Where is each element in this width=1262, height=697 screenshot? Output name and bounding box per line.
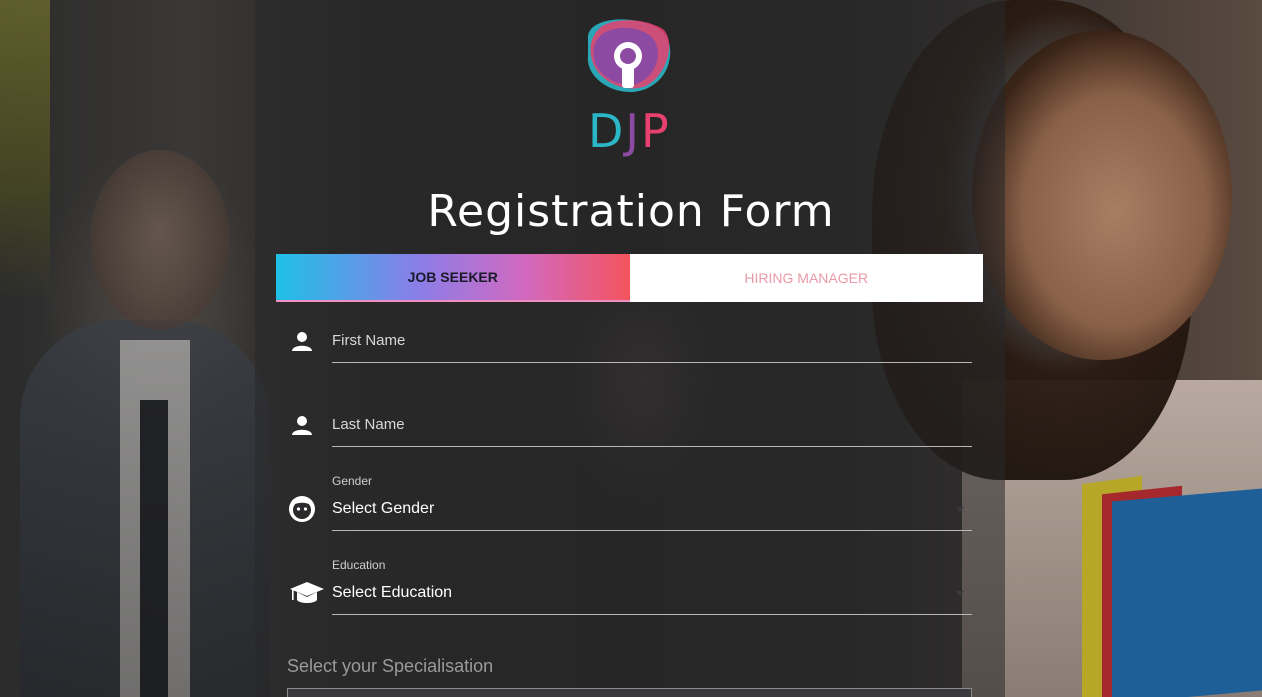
page-title: Registration Form: [427, 186, 835, 237]
specialisation-label: Select your Specialisation: [287, 656, 494, 676]
brand-letter-j: J: [625, 104, 641, 158]
gender-selected-value: Select Gender: [332, 500, 435, 517]
gender-label: Gender: [332, 474, 373, 488]
person-icon: [287, 410, 317, 440]
background-stripe: [0, 0, 50, 300]
graduation-cap-icon: [287, 578, 327, 608]
background-person-tie: [140, 400, 168, 697]
last-name-underline: [332, 446, 972, 447]
last-name-field[interactable]: Last Name: [287, 410, 972, 450]
chevron-down-icon: [956, 591, 964, 596]
education-label: Education: [332, 558, 386, 572]
gender-underline: [332, 530, 972, 531]
background-person-head: [90, 150, 230, 330]
gender-select[interactable]: Gender Select Gender: [287, 472, 972, 532]
education-selected-value: Select Education: [332, 584, 453, 601]
brand-letter-p: P: [641, 104, 671, 158]
first-name-underline: [332, 362, 972, 363]
education-select[interactable]: Education Select Education: [287, 556, 972, 616]
first-name-placeholder: First Name: [332, 332, 406, 349]
background-folder-blue: [1112, 488, 1262, 697]
face-icon: [287, 494, 317, 524]
tab-hiring-manager[interactable]: HIRING MANAGER: [629, 254, 983, 302]
education-underline: [332, 614, 972, 615]
brand-letter-d: D: [588, 104, 626, 158]
brand-wordmark: DJP: [588, 104, 671, 158]
last-name-placeholder: Last Name: [332, 416, 405, 433]
tab-job-seeker[interactable]: JOB SEEKER: [276, 254, 630, 302]
person-icon: [287, 326, 317, 356]
chevron-down-icon: [956, 507, 964, 512]
djp-logo-icon: [587, 19, 671, 92]
specialisation-select[interactable]: [287, 688, 972, 697]
user-type-tabs: JOB SEEKER HIRING MANAGER: [276, 254, 983, 302]
first-name-field[interactable]: First Name: [287, 326, 972, 366]
